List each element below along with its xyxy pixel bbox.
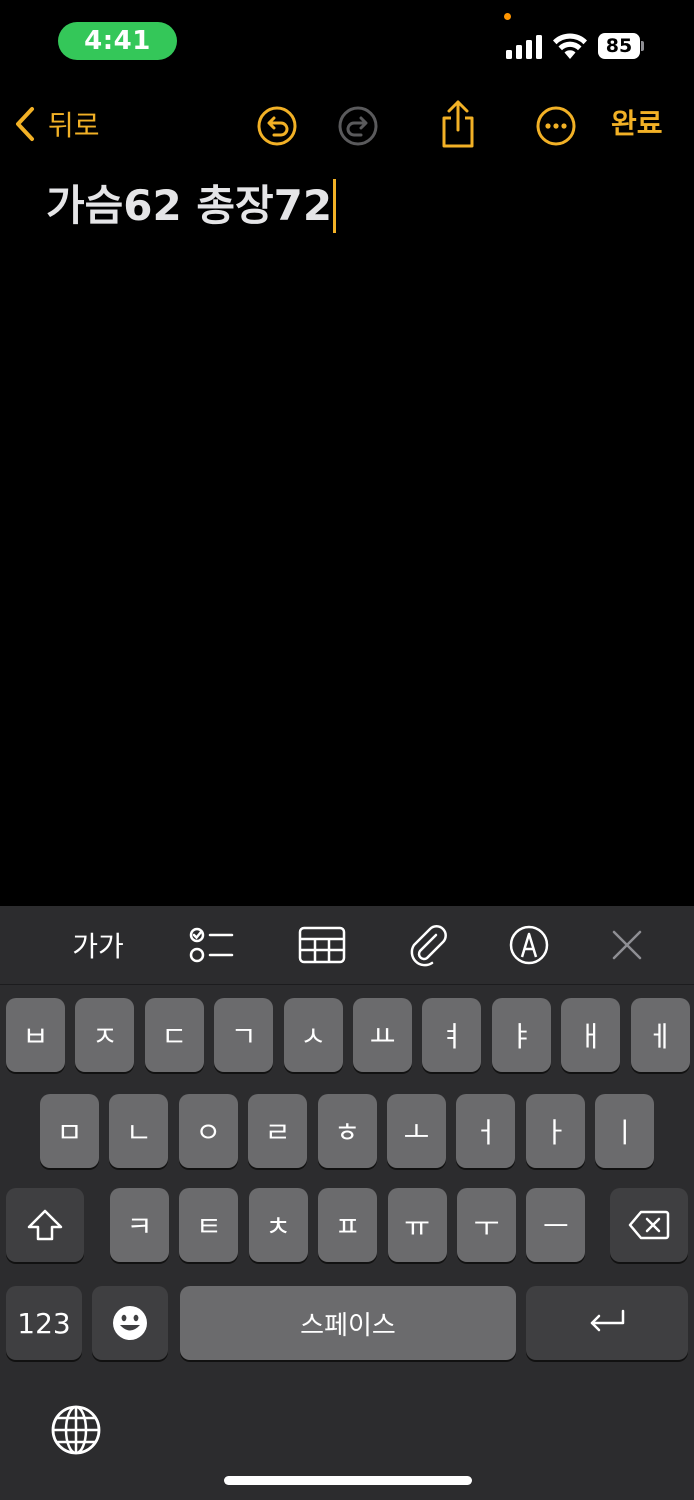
key-label: ㅓ xyxy=(473,1116,499,1149)
emoji-key[interactable] xyxy=(92,1286,168,1360)
key[interactable]: ㅎ xyxy=(317,1094,377,1168)
key-label: ㄷ xyxy=(161,1020,188,1053)
checklist-icon xyxy=(189,927,234,963)
key[interactable]: ㄷ xyxy=(144,998,204,1072)
formatting-toolbar: 가가 xyxy=(0,906,694,985)
key[interactable]: ㅅ xyxy=(283,998,343,1072)
battery-icon: 85 xyxy=(598,33,644,59)
key-label: ㅇ xyxy=(195,1116,222,1149)
key-label: ㅅ xyxy=(300,1020,326,1053)
key-label: ㅊ xyxy=(265,1210,292,1243)
key[interactable]: ㅛ xyxy=(353,998,412,1072)
key-label: ㅈ xyxy=(92,1020,118,1053)
key[interactable]: ㅇ xyxy=(178,1094,238,1168)
key[interactable]: ㄴ xyxy=(109,1094,169,1168)
key[interactable]: ㅊ xyxy=(248,1188,308,1262)
cellular-signal-icon xyxy=(506,35,542,59)
numbers-key[interactable]: 123 xyxy=(6,1286,82,1360)
key[interactable]: ㅣ xyxy=(595,1094,655,1168)
delete-key[interactable] xyxy=(610,1188,688,1262)
close-icon xyxy=(612,930,642,960)
key[interactable]: ㅡ xyxy=(526,1188,586,1262)
key-label: ㄹ xyxy=(264,1116,291,1149)
key-label: ㅠ xyxy=(404,1210,430,1243)
numbers-key-label: 123 xyxy=(17,1306,71,1340)
key[interactable]: ㅜ xyxy=(457,1188,516,1262)
key-label: ㅍ xyxy=(334,1210,361,1243)
more-icon[interactable] xyxy=(534,104,578,148)
table-icon xyxy=(298,926,346,964)
back-label: 뒤로 xyxy=(48,109,100,142)
share-icon[interactable] xyxy=(436,98,480,150)
key-label: ㅐ xyxy=(577,1020,604,1053)
battery-level: 85 xyxy=(598,33,640,59)
key[interactable]: ㅍ xyxy=(318,1188,378,1262)
globe-icon[interactable] xyxy=(50,1404,102,1456)
text-caret xyxy=(333,179,337,233)
key[interactable]: ㅌ xyxy=(179,1188,239,1262)
back-button[interactable]: 뒤로 xyxy=(14,104,100,144)
key-label: ㅁ xyxy=(56,1116,83,1149)
key[interactable]: ㄹ xyxy=(248,1094,308,1168)
key-label: ㅏ xyxy=(542,1116,569,1149)
status-time[interactable]: 4:41 xyxy=(58,22,177,60)
key-label: ㅣ xyxy=(611,1116,638,1149)
key-label: ㄴ xyxy=(126,1116,152,1149)
done-button[interactable]: 완료 xyxy=(611,104,663,144)
key[interactable]: ㅓ xyxy=(456,1094,516,1168)
key[interactable]: ㅏ xyxy=(525,1094,585,1168)
undo-icon[interactable] xyxy=(255,104,299,148)
key-label: ㅌ xyxy=(196,1210,222,1243)
key[interactable]: ㅂ xyxy=(6,998,65,1072)
return-key[interactable] xyxy=(526,1286,688,1360)
key[interactable]: ㅑ xyxy=(491,998,551,1072)
attachment-icon xyxy=(410,925,447,967)
backspace-icon xyxy=(628,1210,670,1240)
redo-icon[interactable] xyxy=(336,104,380,148)
key[interactable]: ㅁ xyxy=(40,1094,99,1168)
home-indicator xyxy=(224,1476,472,1485)
key[interactable]: ㅔ xyxy=(630,998,690,1072)
markup-button[interactable] xyxy=(506,924,552,966)
key-label: ㅗ xyxy=(403,1116,430,1149)
key-label: ㅡ xyxy=(543,1210,569,1243)
key[interactable]: ㅐ xyxy=(561,998,621,1072)
shift-icon xyxy=(27,1209,63,1241)
key-label: ㅂ xyxy=(22,1020,49,1053)
checklist-button[interactable] xyxy=(186,924,238,966)
status-bar: 4:41 85 xyxy=(0,0,694,80)
key[interactable]: ㅕ xyxy=(422,998,482,1072)
key-label: ㅜ xyxy=(473,1210,500,1243)
note-editor[interactable]: 가슴62 총장72 xyxy=(46,176,666,236)
key[interactable]: ㅠ xyxy=(387,1188,447,1262)
text-format-label: 가가 xyxy=(72,930,124,963)
space-key-label: 스페이스 xyxy=(300,1310,396,1341)
key[interactable]: ㅋ xyxy=(110,1188,169,1262)
key-label: ㅋ xyxy=(126,1210,153,1243)
text-format-button[interactable]: 가가 xyxy=(66,924,130,966)
key-label: ㅑ xyxy=(508,1020,535,1053)
camera-indicator-icon xyxy=(504,13,511,20)
chevron-left-icon xyxy=(16,107,34,141)
key-label: ㅎ xyxy=(334,1116,360,1149)
attachment-button[interactable] xyxy=(404,924,452,967)
wifi-icon xyxy=(553,33,587,59)
key-label: ㅛ xyxy=(369,1020,396,1053)
nav-bar: 뒤로 완료 xyxy=(0,90,694,160)
table-button[interactable] xyxy=(296,924,348,966)
return-icon xyxy=(590,1309,625,1332)
key[interactable]: ㄱ xyxy=(214,998,274,1072)
emoji-icon xyxy=(113,1306,147,1340)
key[interactable]: ㅗ xyxy=(387,1094,446,1168)
key-label: ㅕ xyxy=(439,1020,465,1053)
markup-icon xyxy=(509,925,549,965)
shift-key[interactable] xyxy=(6,1188,84,1262)
close-toolbar-button[interactable] xyxy=(606,924,648,966)
space-key[interactable]: 스페이스 xyxy=(180,1286,516,1360)
key[interactable]: ㅈ xyxy=(75,998,135,1072)
key-label: ㅔ xyxy=(647,1020,673,1053)
key-label: ㄱ xyxy=(230,1020,257,1053)
note-text[interactable]: 가슴62 총장72 xyxy=(46,176,332,236)
